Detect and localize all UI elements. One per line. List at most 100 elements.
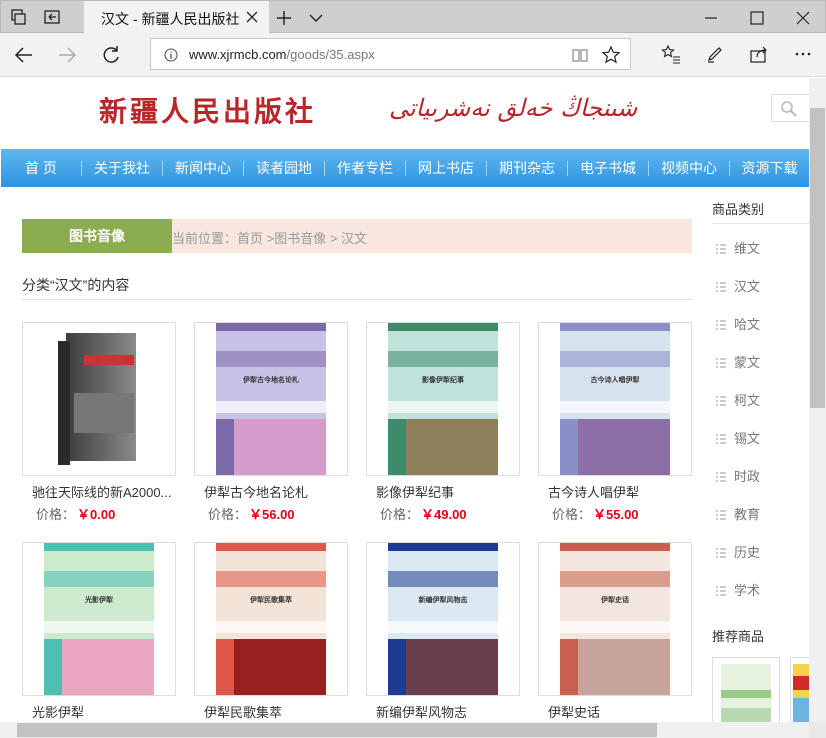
- horizontal-scrollbar[interactable]: [0, 722, 809, 738]
- browser-tab[interactable]: 汉文 - 新疆人民出版社: [84, 1, 269, 34]
- category-label: 教育: [734, 507, 761, 522]
- vertical-scroll-thumb[interactable]: [810, 108, 825, 408]
- category-link[interactable]: 蒙文: [716, 352, 760, 370]
- menu-item-video[interactable]: 视频中心: [649, 149, 729, 187]
- category-label: 时政: [734, 469, 761, 484]
- book-title-link[interactable]: 古今诗人唱伊犁: [548, 482, 692, 501]
- tab-list-chevron-icon[interactable]: [307, 9, 325, 27]
- list-bullet-icon: [716, 396, 726, 406]
- category-label: 蒙文: [734, 355, 761, 370]
- list-bullet-icon: [716, 320, 726, 330]
- favorite-star-icon[interactable]: [601, 45, 621, 65]
- book-title-link[interactable]: 影像伊犁纪事: [376, 482, 520, 501]
- new-tab-icon[interactable]: [274, 8, 294, 28]
- menu-item-authors[interactable]: 作者专栏: [325, 149, 405, 187]
- book-title-link[interactable]: 伊犁民歌集萃: [204, 702, 348, 721]
- category-link[interactable]: 时政: [716, 466, 760, 484]
- close-tab-icon[interactable]: [244, 9, 260, 25]
- site-logo-uyghur[interactable]: شىنجاڭ خەلق نەشرىياتى: [389, 94, 637, 122]
- forward-arrow-icon[interactable]: [55, 43, 79, 67]
- category-link[interactable]: 哈文: [716, 314, 760, 332]
- set-aside-tabs-icon[interactable]: [43, 8, 61, 26]
- price-label: 价格：: [552, 507, 592, 522]
- book-cover-card[interactable]: [22, 322, 176, 476]
- menu-item-magazines[interactable]: 期刊杂志: [487, 149, 567, 187]
- favorites-hub-icon[interactable]: [660, 43, 682, 65]
- category-link[interactable]: 历史: [716, 542, 760, 560]
- list-bullet-icon: [716, 244, 726, 254]
- category-divider: [712, 223, 809, 224]
- book-title-link[interactable]: 伊犁古今地名论札: [204, 482, 348, 501]
- book-title-link[interactable]: 光影伊犁: [32, 702, 176, 721]
- book-cover-card[interactable]: 新编伊犁风物志: [366, 542, 520, 696]
- category-link[interactable]: 汉文: [716, 276, 760, 294]
- price-label: 价格：: [380, 507, 420, 522]
- pen-notes-icon[interactable]: [704, 43, 726, 65]
- price-value: ￥0.00: [77, 507, 116, 522]
- category-link[interactable]: 学术: [716, 580, 760, 598]
- address-bar[interactable]: www.xjrmcb.com/goods/35.aspx: [150, 38, 631, 70]
- price-label: 价格：: [208, 507, 248, 522]
- site-search-button[interactable]: [771, 94, 809, 122]
- section-divider: [22, 299, 692, 300]
- list-bullet-icon: [716, 586, 726, 596]
- category-label: 柯文: [734, 393, 761, 408]
- cover-title-text: 古今诗人唱伊犁: [590, 377, 640, 384]
- list-bullet-icon: [716, 282, 726, 292]
- book-cover-card[interactable]: 光影伊犁: [22, 542, 176, 696]
- category-link[interactable]: 柯文: [716, 390, 760, 408]
- minimize-icon[interactable]: [701, 8, 721, 28]
- book-title-link[interactable]: 驰往天际线的新A2000...: [32, 482, 176, 501]
- book-cover-card[interactable]: 影像伊犁纪事: [366, 322, 520, 476]
- search-icon: [781, 101, 797, 117]
- book-cover-card[interactable]: 伊犁史话: [538, 542, 692, 696]
- site-header: 新疆人民出版社 شىنجاڭ خەلق نەشرىياتى: [1, 78, 809, 148]
- breadcrumb-category-label[interactable]: 图书音像: [22, 219, 172, 253]
- recommended-heading: 推荐商品: [712, 629, 765, 644]
- menu-item-bookstore[interactable]: 网上书店: [406, 149, 486, 187]
- price-value: ￥56.00: [249, 507, 295, 522]
- list-bullet-icon: [716, 472, 726, 482]
- web-page: 新疆人民出版社 شىنجاڭ خەلق نەشرىياتى 首 页 关于我社 新…: [1, 78, 809, 722]
- url-path: /goods/35.aspx: [286, 47, 375, 62]
- book-cover-card[interactable]: 伊犁民歌集萃: [194, 542, 348, 696]
- back-arrow-icon[interactable]: [12, 43, 36, 67]
- category-link[interactable]: 维文: [716, 238, 760, 256]
- menu-item-news[interactable]: 新闻中心: [163, 149, 243, 187]
- title-bar: 汉文 - 新疆人民出版社: [0, 0, 826, 34]
- category-label: 汉文: [734, 279, 761, 294]
- more-options-icon[interactable]: [792, 43, 814, 65]
- breadcrumb-path[interactable]: 当前位置：首页 >图书音像 > 汉文: [172, 228, 367, 247]
- book-cover-card[interactable]: 古今诗人唱伊犁: [538, 322, 692, 476]
- horizontal-scroll-thumb[interactable]: [17, 723, 657, 737]
- site-info-icon[interactable]: [163, 47, 179, 63]
- book-title-link[interactable]: 新编伊犁风物志: [376, 702, 520, 721]
- menu-item-downloads[interactable]: 资源下载: [730, 149, 809, 187]
- menu-item-readers[interactable]: 读者园地: [244, 149, 324, 187]
- category-link[interactable]: 锡文: [716, 428, 760, 446]
- recommended-book-thumbnail[interactable]: [790, 657, 809, 722]
- reading-view-icon[interactable]: [571, 46, 589, 64]
- close-window-icon[interactable]: [793, 8, 813, 28]
- price-value: ￥49.00: [421, 507, 467, 522]
- list-bullet-icon: [716, 434, 726, 444]
- list-bullet-icon: [716, 510, 726, 520]
- category-sidebar: 商品类别 维文 汉文 哈文 蒙文 柯文 锡文 时政 教育 历史 学术 推荐商品: [712, 196, 809, 722]
- book-cover-card[interactable]: 伊犁古今地名论札: [194, 322, 348, 476]
- recommended-book-thumbnail[interactable]: [712, 657, 780, 722]
- book-title-link[interactable]: 伊犁史话: [548, 702, 692, 721]
- refresh-icon[interactable]: [99, 43, 123, 67]
- category-label: 学术: [734, 583, 761, 598]
- vertical-scrollbar[interactable]: [809, 78, 826, 722]
- menu-item-ebooks[interactable]: 电子书城: [568, 149, 648, 187]
- cover-title-text: 新编伊犁风物志: [418, 597, 468, 604]
- maximize-icon[interactable]: [747, 8, 767, 28]
- category-link[interactable]: 教育: [716, 504, 760, 522]
- site-logo-chinese[interactable]: 新疆人民出版社: [99, 90, 316, 130]
- tab-manager-icon[interactable]: [10, 8, 28, 26]
- book-cover-image: [44, 323, 154, 475]
- cover-title-text: 伊犁史话: [601, 597, 629, 604]
- menu-item-about[interactable]: 关于我社: [82, 149, 162, 187]
- menu-item-home[interactable]: 首 页: [1, 149, 81, 187]
- share-icon[interactable]: [748, 43, 770, 65]
